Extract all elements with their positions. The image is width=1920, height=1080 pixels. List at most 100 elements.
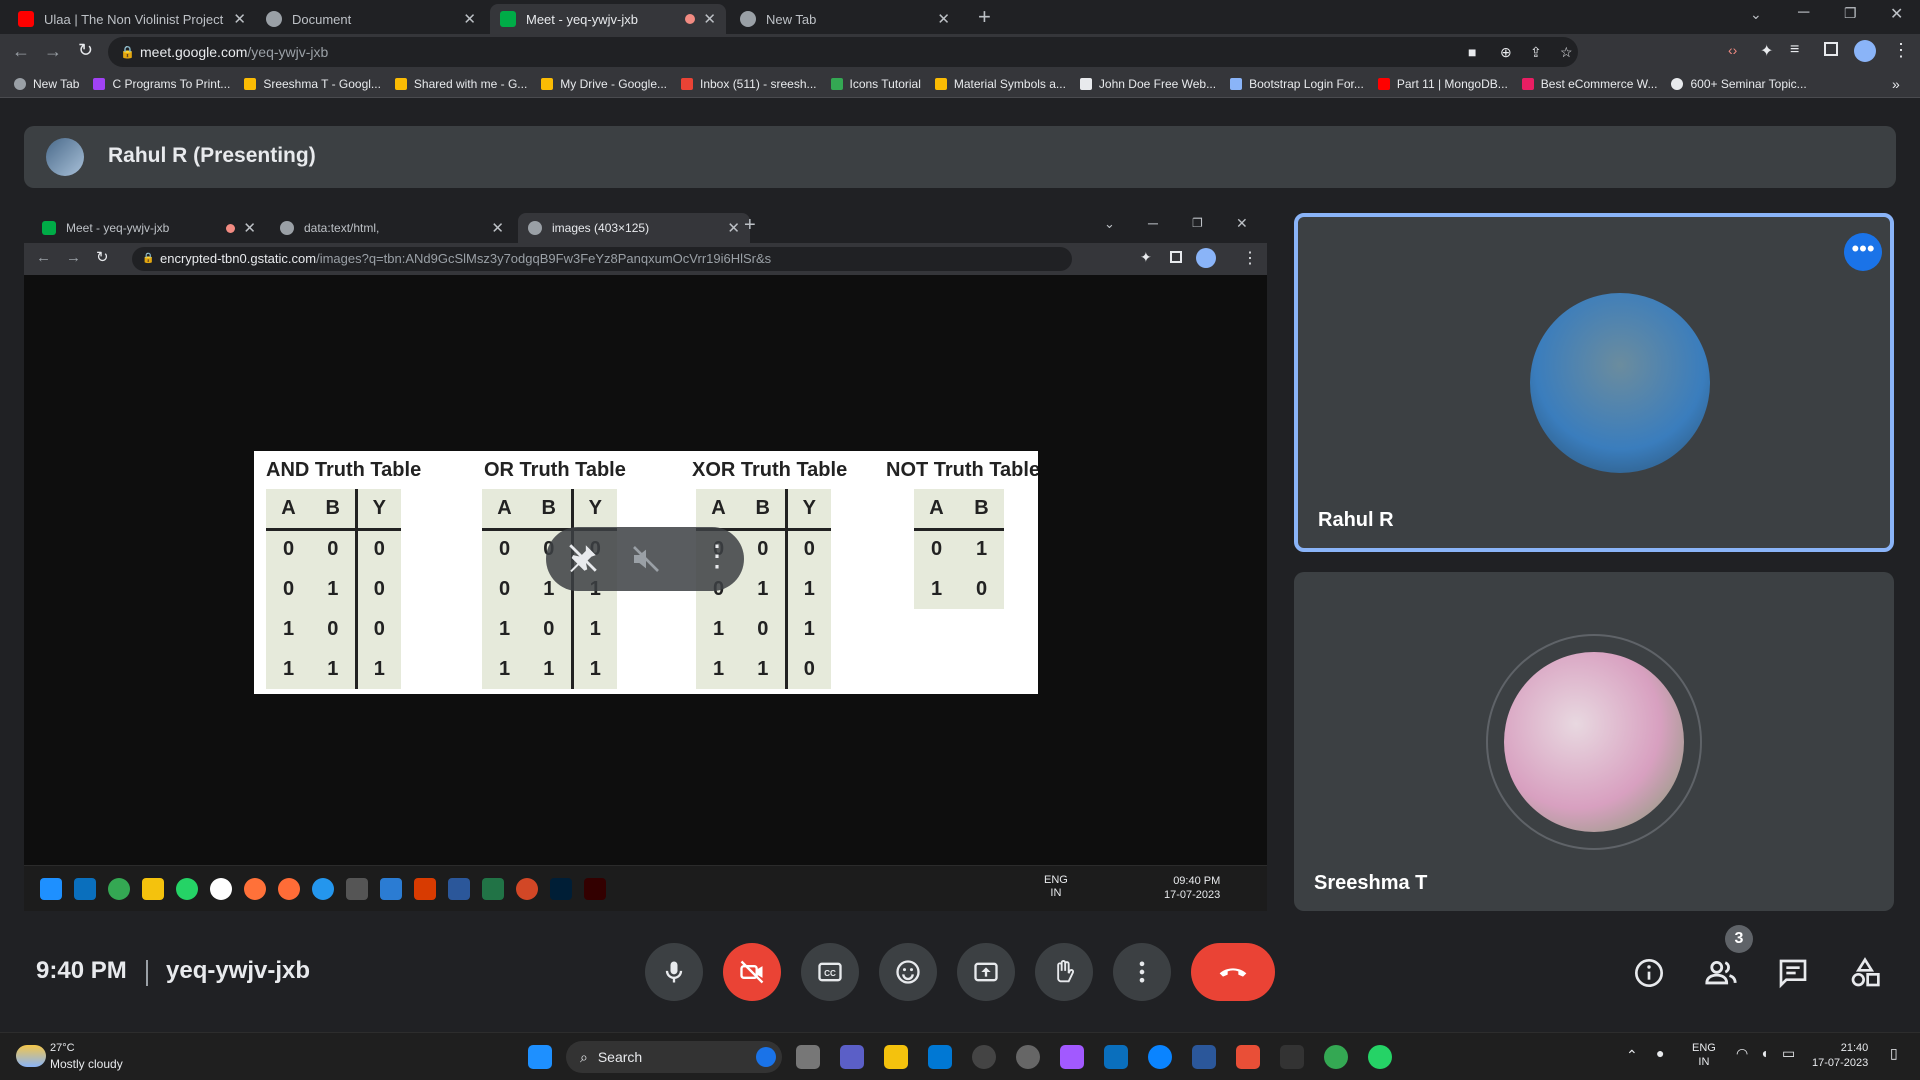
bookmark[interactable]: Part 11 | MongoDB... <box>1377 77 1508 91</box>
activities-button[interactable] <box>1848 956 1882 990</box>
bookmark[interactable]: New Tab <box>14 77 79 91</box>
bookmark-label: Bootstrap Login For... <box>1249 76 1364 91</box>
app-icon[interactable] <box>1016 1045 1040 1069</box>
more-bookmarks-icon[interactable]: » <box>1892 76 1900 92</box>
close-icon[interactable]: ✕ <box>463 10 476 28</box>
browser-tab[interactable]: Ulaa | The Non Violinist Project ft ✕ <box>8 4 256 34</box>
table-cell: 0 <box>327 538 339 561</box>
camera-icon[interactable]: ■ <box>1468 37 1476 67</box>
edge-icon[interactable] <box>1148 1045 1172 1069</box>
forward-icon[interactable]: → <box>44 41 62 62</box>
weather-temp[interactable]: 27°C <box>50 1042 75 1054</box>
bookmark[interactable]: My Drive - Google... <box>541 77 667 91</box>
share-icon[interactable]: ⇪ <box>1530 37 1542 67</box>
task-view-icon[interactable] <box>796 1045 820 1069</box>
chrome-icon <box>108 878 130 900</box>
whatsapp-icon[interactable] <box>1368 1045 1392 1069</box>
people-button[interactable] <box>1704 956 1738 990</box>
site-icon <box>934 77 947 90</box>
microphone-button[interactable] <box>645 943 703 1001</box>
present-screen-button[interactable] <box>957 943 1015 1001</box>
meeting-details-button[interactable] <box>1632 956 1666 990</box>
bookmark[interactable]: John Doe Free Web... <box>1079 77 1216 91</box>
microphone-tray-icon[interactable]: ● <box>1656 1045 1664 1061</box>
code-extension-icon[interactable]: ‹› <box>1728 42 1737 58</box>
close-icon[interactable]: ✕ <box>937 10 950 28</box>
bookmark[interactable]: Bootstrap Login For... <box>1230 77 1364 91</box>
bookmark[interactable]: Icons Tutorial <box>830 77 921 91</box>
clock[interactable]: 21:40 17-07-2023 <box>1812 1041 1868 1071</box>
reactions-button[interactable] <box>879 943 937 1001</box>
profile-avatar[interactable] <box>1854 40 1876 62</box>
more-options-button[interactable]: ••• <box>1844 233 1882 271</box>
chat-icon <box>1779 959 1807 989</box>
bookmark[interactable]: Inbox (511) - sreesh... <box>681 77 817 91</box>
leave-call-button[interactable] <box>1191 943 1275 1001</box>
language-indicator[interactable]: ENG IN <box>1692 1041 1716 1069</box>
minimize-button[interactable]: ─ <box>1798 4 1809 22</box>
browser-tab[interactable]: New Tab ✕ <box>730 4 960 34</box>
chevron-up-icon[interactable]: ⌃ <box>1626 1047 1638 1064</box>
teams-icon[interactable] <box>840 1045 864 1069</box>
figma-icon[interactable] <box>1060 1045 1084 1069</box>
bookmark[interactable]: Shared with me - G... <box>394 77 527 91</box>
bookmark[interactable]: 600+ Seminar Topic... <box>1671 77 1807 91</box>
file-explorer-icon[interactable] <box>884 1045 908 1069</box>
new-tab-button[interactable]: + <box>978 4 991 30</box>
back-icon[interactable]: ← <box>12 41 30 62</box>
bookmark-star-icon[interactable]: ☆ <box>1560 37 1573 67</box>
terminal-icon[interactable] <box>1280 1045 1304 1069</box>
weather-icon[interactable] <box>16 1045 46 1067</box>
notifications-icon[interactable]: ▯ <box>1890 1045 1898 1062</box>
bookmark[interactable]: Best eCommerce W... <box>1521 76 1658 91</box>
close-icon[interactable]: ✕ <box>703 10 716 28</box>
more-options-icon[interactable]: ⋮ <box>702 539 732 574</box>
close-icon[interactable]: ✕ <box>233 10 246 28</box>
bookmark[interactable]: Material Symbols a... <box>934 77 1066 91</box>
more-options-button[interactable] <box>1113 943 1171 1001</box>
close-window-button[interactable]: ✕ <box>1890 4 1903 24</box>
side-panel-icon[interactable] <box>1824 42 1838 56</box>
tab-search-icon[interactable]: ⌄ <box>1750 6 1762 23</box>
menu-icon[interactable]: ⋮ <box>1892 40 1910 61</box>
participant-tile[interactable]: Sreeshma T <box>1294 572 1894 911</box>
mute-icon[interactable] <box>630 543 662 580</box>
volume-icon[interactable]: ◖ <box>1760 1045 1768 1061</box>
reading-list-icon[interactable]: ≡ <box>1790 41 1799 59</box>
zoom-icon[interactable]: ⊕ <box>1500 37 1512 67</box>
vscode-icon[interactable] <box>1104 1045 1128 1069</box>
address-bar[interactable]: 🔒 meet.google.com/yeq-ywjv-jxb ■ ⊕ ⇪ ☆ <box>108 37 1578 67</box>
browser-tab-active[interactable]: Meet - yeq-ywjv-jxb ✕ <box>490 4 726 34</box>
restore-button[interactable]: ❐ <box>1844 5 1857 22</box>
browser-tab[interactable]: Document ✕ <box>256 4 486 34</box>
close-icon: ✕ <box>727 220 740 237</box>
chat-button[interactable] <box>1776 956 1810 990</box>
camera-button[interactable] <box>723 943 781 1001</box>
pin-off-icon[interactable] <box>566 541 600 580</box>
anydesk-icon[interactable] <box>1236 1045 1260 1069</box>
meet-icon <box>42 221 56 235</box>
lang-label: ENG <box>1692 1042 1716 1054</box>
weather-desc[interactable]: Mostly cloudy <box>50 1057 123 1071</box>
table-cell: 0 <box>784 529 831 569</box>
shared-screen[interactable]: Meet - yeq-ywjv-jxb ✕ data:text/html, ✕ … <box>24 211 1267 911</box>
windows-start-icon[interactable] <box>528 1045 552 1069</box>
chrome-icon[interactable] <box>1324 1045 1348 1069</box>
participant-tile[interactable]: ••• Rahul R <box>1294 213 1894 552</box>
illustrator-icon <box>584 878 606 900</box>
captions-button[interactable]: CC <box>801 943 859 1001</box>
raise-hand-button[interactable] <box>1035 943 1093 1001</box>
bookmark-label: Best eCommerce W... <box>1540 76 1658 91</box>
reload-icon[interactable]: ↻ <box>78 40 93 61</box>
bookmark[interactable]: C Programs To Print... <box>93 77 230 91</box>
extensions-icon[interactable]: ✦ <box>1760 41 1773 61</box>
wifi-icon[interactable]: ◠ <box>1736 1045 1748 1062</box>
taskbar-search[interactable]: ⌕ Search <box>566 1041 782 1073</box>
bookmark[interactable]: Sreeshma T - Googl... <box>244 77 381 91</box>
dell-icon[interactable] <box>972 1045 996 1069</box>
battery-icon[interactable]: ▭ <box>1782 1045 1795 1062</box>
table-header: Y <box>354 489 401 529</box>
word-icon[interactable] <box>1192 1045 1216 1069</box>
table-row: 101 <box>696 609 831 649</box>
store-icon[interactable] <box>928 1045 952 1069</box>
